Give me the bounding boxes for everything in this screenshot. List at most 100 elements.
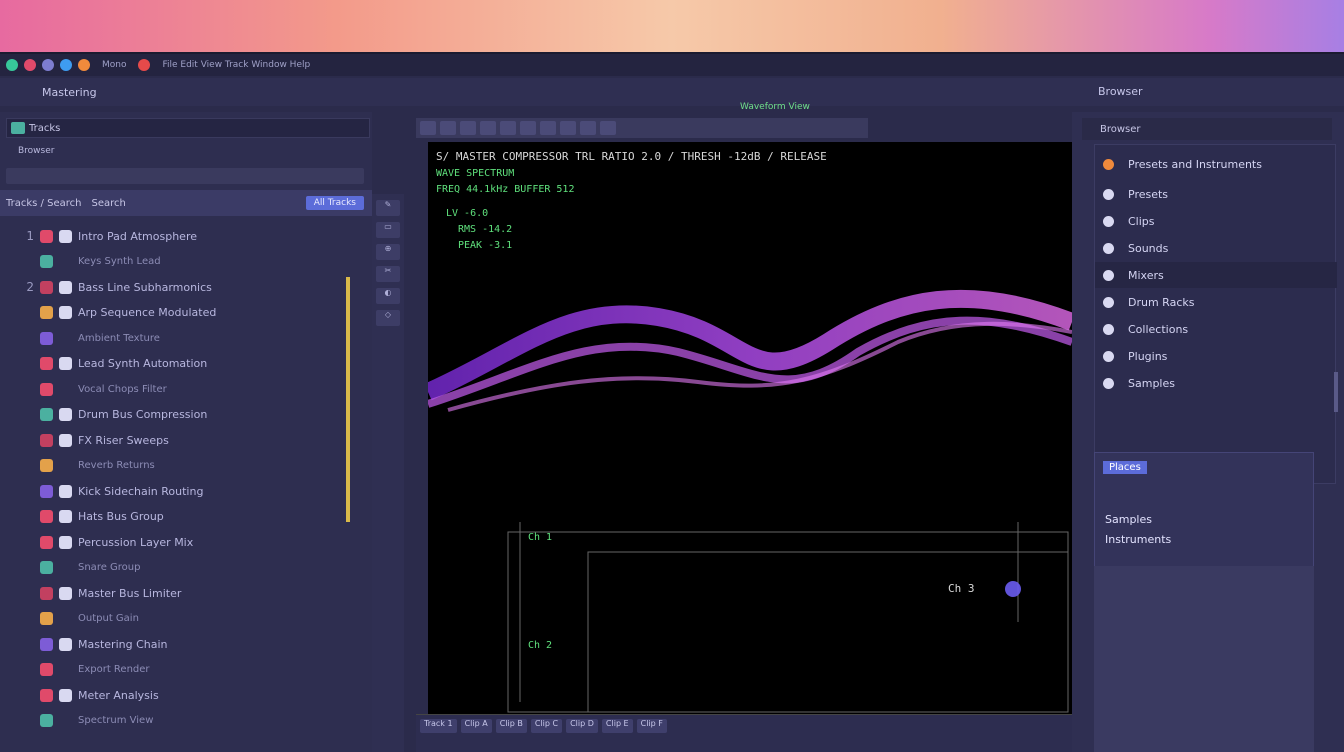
track-row[interactable]: Arp Sequence Modulated [0,303,350,323]
track-mute-icon[interactable] [59,229,72,243]
track-color-icon[interactable] [40,688,53,702]
track-mute-icon[interactable] [59,586,72,600]
track-color-icon[interactable] [40,280,53,294]
track-mute-icon[interactable] [59,612,72,625]
track-color-icon[interactable] [40,459,53,472]
fade-tool-button[interactable]: ◇ [376,310,400,326]
track-color-icon[interactable] [40,408,53,421]
track-mute-icon[interactable] [59,663,72,676]
track-mute-icon[interactable] [59,383,72,396]
track-color-icon[interactable] [40,331,53,345]
track-color-icon[interactable] [40,612,53,625]
folder-icon[interactable] [42,59,54,71]
mute-tool-button[interactable]: ◐ [376,288,400,304]
menu-bar-items[interactable]: File Edit View Track Window Help [162,60,310,70]
track-mute-icon[interactable] [59,280,72,294]
timeline-clip[interactable]: Clip C [530,719,563,733]
record-mode-icon[interactable] [600,121,616,135]
track-row[interactable]: Reverb Returns [0,456,350,476]
track-color-icon[interactable] [40,663,53,676]
places-instruments[interactable]: Instruments [1105,533,1171,546]
pencil-tool-button[interactable]: ✎ [376,200,400,216]
track-search-input[interactable] [6,168,364,184]
browser-item[interactable]: Mixers [1095,262,1337,288]
track-color-icon[interactable] [40,382,53,396]
track-color-icon[interactable] [40,255,53,268]
track-row[interactable]: Keys Synth Lead [0,252,350,272]
track-row[interactable]: Percussion Layer Mix [0,532,350,552]
back-icon[interactable] [420,121,436,135]
split-tool-button[interactable]: ✂ [376,266,400,282]
filter-select[interactable]: All Tracks [305,196,364,210]
track-color-icon[interactable] [40,510,53,523]
track-color-icon[interactable] [40,357,53,370]
grid-icon[interactable] [460,121,476,135]
track-color-icon[interactable] [40,484,53,498]
marker-icon[interactable] [580,121,596,135]
track-row[interactable]: FX Riser Sweeps [0,430,350,450]
snap-icon[interactable] [540,121,556,135]
browser-item[interactable]: Presets [1095,181,1337,207]
filter-label[interactable]: Search [91,198,125,209]
track-row[interactable]: Drum Bus Compression [0,405,350,425]
timeline[interactable]: Track 1 Clip A Clip B Clip C Clip D Clip E Cli… [416,714,1072,752]
browser-item[interactable]: Drum Racks [1095,289,1337,315]
track-row[interactable]: Vocal Chops Filter [0,379,350,399]
browser-item[interactable]: Collections [1095,316,1337,342]
record-icon[interactable] [24,59,36,71]
track-color-icon[interactable] [40,229,53,243]
track-color-icon[interactable] [40,535,53,549]
timeline-clip[interactable]: Clip B [495,719,527,733]
track-mute-icon[interactable] [59,510,72,523]
loop-icon[interactable] [500,121,516,135]
browser-item[interactable]: Samples [1095,370,1337,396]
track-mute-icon[interactable] [59,535,72,549]
track-row[interactable]: Master Bus Limiter [0,583,350,603]
timeline-clip[interactable]: Clip E [601,719,633,733]
timeline-clip[interactable]: Track 1 [420,719,457,733]
track-mute-icon[interactable] [59,637,72,651]
stop-icon[interactable] [138,59,151,71]
play-icon[interactable] [480,121,496,135]
select-tool-button[interactable]: ▭ [376,222,400,238]
track-row[interactable]: Ambient Texture [0,328,350,348]
browser-top-item[interactable]: Presets and Instruments [1095,151,1337,177]
globe-icon[interactable] [60,59,72,71]
track-row[interactable]: Mastering Chain [0,634,350,654]
track-mute-icon[interactable] [59,688,72,702]
track-mute-icon[interactable] [59,332,72,345]
track-mute-icon[interactable] [59,484,72,498]
track-row[interactable]: Snare Group [0,558,350,578]
track-mute-icon[interactable] [59,714,72,727]
track-mute-icon[interactable] [59,357,72,370]
track-row[interactable]: Kick Sidechain Routing [0,481,350,501]
track-row[interactable]: Lead Synth Automation [0,354,350,374]
settings-icon[interactable] [78,59,90,71]
track-mute-icon[interactable] [59,306,72,319]
places-samples[interactable]: Samples [1105,513,1152,526]
project-title[interactable]: Mastering [42,86,97,99]
track-row[interactable]: Output Gain [0,609,350,629]
timeline-clip[interactable]: Clip D [566,719,598,733]
timeline-clip[interactable]: Clip A [460,719,492,733]
filter-left-label[interactable]: Tracks / Search [6,198,81,209]
track-mute-icon[interactable] [59,255,72,268]
metronome-icon[interactable] [520,121,536,135]
track-color-icon[interactable] [40,433,53,447]
forward-icon[interactable] [440,121,456,135]
track-color-icon[interactable] [40,306,53,319]
automation-icon[interactable] [560,121,576,135]
track-row[interactable]: 1 Intro Pad Atmosphere [0,226,350,246]
track-color-icon[interactable] [40,561,53,574]
browser-item[interactable]: Clips [1095,208,1337,234]
zoom-tool-button[interactable]: ⊕ [376,244,400,260]
track-color-icon[interactable] [40,586,53,600]
browser-item[interactable]: Sounds [1095,235,1337,261]
menu-label[interactable]: Mono [102,60,126,70]
track-row[interactable]: Hats Bus Group [0,507,350,527]
track-mute-icon[interactable] [59,459,72,472]
track-row[interactable]: Export Render [0,660,350,680]
timeline-clip[interactable]: Clip F [636,719,667,733]
track-row[interactable]: Meter Analysis [0,685,350,705]
track-color-icon[interactable] [40,637,53,651]
